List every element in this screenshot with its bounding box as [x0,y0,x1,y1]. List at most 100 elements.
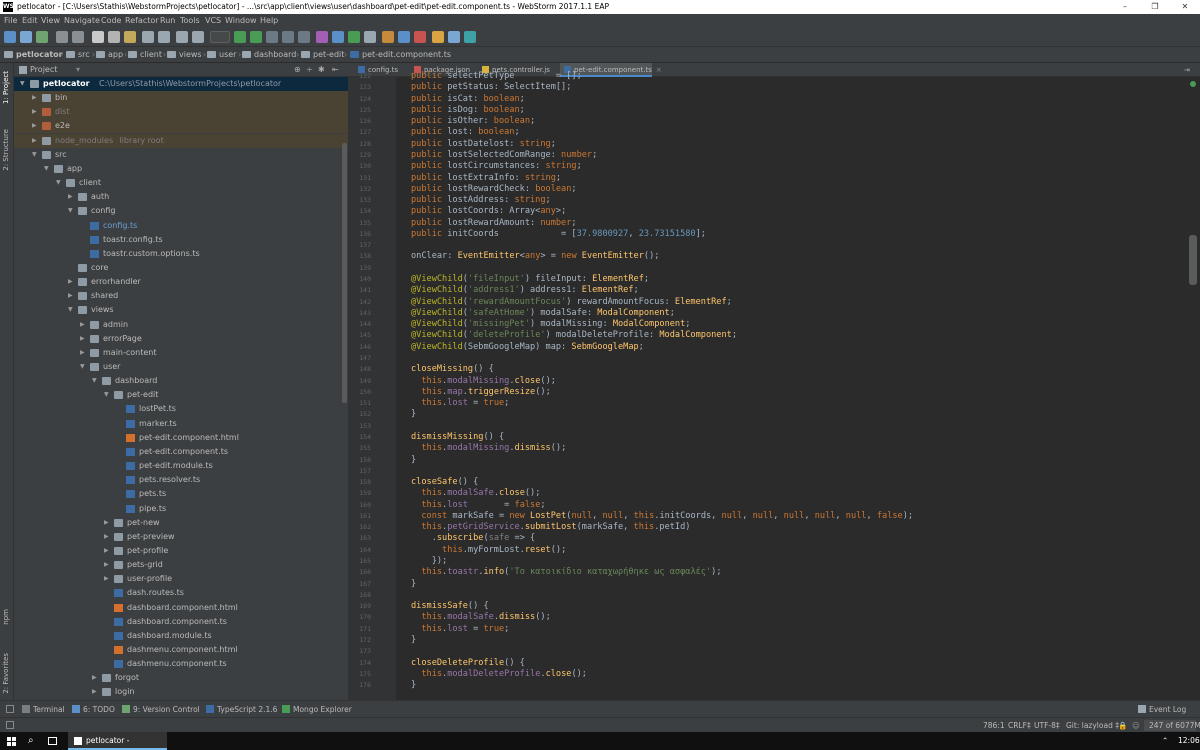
gear-icon[interactable]: ✱ [318,63,325,77]
expand-arrow-right-icon[interactable]: ▶ [104,530,109,544]
expand-arrow-right-icon[interactable]: ▶ [32,91,37,105]
code-line[interactable]: 147 [348,353,1200,364]
tree-item-node-modules[interactable]: ▶ node_modules library root [14,133,348,148]
lock-icon[interactable]: 🔒 [1118,718,1127,733]
code-line[interactable]: 139 [348,263,1200,274]
code-line[interactable]: 124 public isCat: boolean; [348,94,1200,105]
tree-item-petlocator[interactable]: ▼ petlocator C:\Users\Stathis\WebstormProj… [14,77,348,91]
code-line[interactable]: 153 [348,421,1200,432]
open-icon[interactable] [4,31,16,43]
stop-icon[interactable] [298,31,310,43]
search-icon[interactable]: ⌕ [28,732,34,750]
expand-arrow-down-icon[interactable]: ▼ [104,388,109,402]
code-line[interactable]: 158 closeSafe() { [348,477,1200,488]
tree-item-marker-ts[interactable]: marker.ts [14,417,348,431]
expand-arrow-right-icon[interactable]: ▶ [104,516,109,530]
code-line[interactable]: 134 public lostCoords: Array<any>; [348,206,1200,217]
git-branch[interactable]: Git: lazyload ‡ [1066,718,1119,733]
menu-navigate[interactable]: Navigate [64,14,100,27]
code-line[interactable]: 157 [348,466,1200,477]
tasks-icon[interactable] [432,31,444,43]
tree-item-config[interactable]: ▼ config [14,204,348,218]
inspector-icon[interactable]: ☺ [1132,718,1140,733]
code-line[interactable]: 151 this.lost = true; [348,398,1200,409]
back-icon[interactable] [176,31,188,43]
caret-position[interactable]: 786:1 [983,718,1005,733]
expand-arrow-down-icon[interactable]: ▼ [80,360,85,374]
code-line[interactable]: 169 dismissSafe() { [348,601,1200,612]
expand-arrow-right-icon[interactable]: ▶ [32,119,37,133]
maximize-button[interactable]: ❐ [1140,0,1170,14]
code-line[interactable]: 165 }); [348,556,1200,567]
tree-item-app[interactable]: ▼ app [14,162,348,176]
tree-item-pets-resolver-ts[interactable]: pets.resolver.ts [14,473,348,487]
tree-item-pet-edit-component-html[interactable]: pet-edit.component.html [14,431,348,445]
code-line[interactable]: 130 public lostCircumstances: string; [348,161,1200,172]
tree-item-pets-ts[interactable]: pets.ts [14,487,348,501]
code-line[interactable]: 167} [348,579,1200,590]
tree-item-pet-edit-component-ts[interactable]: pet-edit.component.ts [14,445,348,459]
code-line[interactable]: 166 this.toastr.info('Το κατοικίδιο κατα… [348,567,1200,578]
code-line[interactable]: 163 .subscribe(safe => { [348,533,1200,544]
expand-arrow-right-icon[interactable]: ▶ [68,190,73,204]
paste-icon[interactable] [124,31,136,43]
menu-tools[interactable]: Tools [180,14,200,27]
tree-item-pet-edit-module-ts[interactable]: pet-edit.module.ts [14,459,348,473]
tree-item-user-profile[interactable]: ▶ user-profile [14,572,348,586]
plugin-icon[interactable] [448,31,460,43]
code-line[interactable]: 161 const markSafe = new LostPet(null, n… [348,511,1200,522]
expand-arrow-right-icon[interactable]: ▶ [92,685,97,699]
code-line[interactable]: 155 this.modalMissing.dismiss(); [348,443,1200,454]
code-line[interactable]: 171 this.lost = true; [348,624,1200,635]
code-line[interactable]: 174 closeDeleteProfile() { [348,658,1200,669]
code-line[interactable]: 146 @ViewChild(SebmGoogleMap) map: SebmGo… [348,342,1200,353]
expand-arrow-right-icon[interactable]: ▶ [92,671,97,685]
menu-edit[interactable]: Edit [22,14,38,27]
tree-item-main-content[interactable]: ▶ main-content [14,346,348,360]
code-line[interactable]: 170 this.modalSafe.dismiss(); [348,612,1200,623]
task-view-icon[interactable] [48,737,57,745]
tree-item-dashboard-component-ts[interactable]: dashboard.component.ts [14,615,348,629]
code-line[interactable]: 172} [348,635,1200,646]
forward-icon[interactable] [192,31,204,43]
code-line[interactable]: 145 @ViewChild('deleteProfile') modalDele… [348,330,1200,341]
breadcrumb-petlocator[interactable]: petlocator [4,47,63,63]
code-line[interactable]: 150 this.map.triggerResize(); [348,387,1200,398]
tool-window-quick-access-icon[interactable] [6,721,14,729]
menu-help[interactable]: Help [260,14,278,27]
tree-item-src[interactable]: ▼ src [14,148,348,162]
run-icon[interactable] [234,31,246,43]
windows-start-icon[interactable] [7,737,16,746]
code-line[interactable]: 135 public lostRewardAmount: number; [348,218,1200,229]
code-line[interactable]: 173 [348,646,1200,657]
code-line[interactable]: 141 @ViewChild('address1') address1: Elem… [348,285,1200,296]
help-icon[interactable] [414,31,426,43]
expand-arrow-right-icon[interactable]: ▶ [104,572,109,586]
tree-item-pet-edit[interactable]: ▼ pet-edit [14,388,348,402]
code-line[interactable]: 149 this.modalMissing.close(); [348,376,1200,387]
menu-file[interactable]: File [4,14,17,27]
taskbar-clock[interactable]: 12:06 [1178,732,1200,750]
breadcrumb-app[interactable]: app [96,47,123,63]
tree-item-dashmenu-component-html[interactable]: dashmenu.component.html [14,643,348,657]
expand-arrow-down-icon[interactable]: ▼ [68,303,73,317]
sync-icon[interactable] [36,31,48,43]
structure-tool-tab[interactable]: 2: Structure [2,129,10,171]
tab-mongo-explorer[interactable]: Mongo Explorer [282,701,352,718]
project-tool-tab[interactable]: 1: Project [2,71,10,104]
tab-typescript[interactable]: TypeScript 2.1.6 [206,701,277,718]
menu-window[interactable]: Window [225,14,257,27]
expand-arrow-down-icon[interactable]: ▼ [56,176,61,190]
breadcrumb-user[interactable]: user [207,47,236,63]
code-line[interactable]: 143 @ViewChild('safeAtHome') modalSafe: M… [348,308,1200,319]
menu-code[interactable]: Code [101,14,121,27]
code-line[interactable]: 140 @ViewChild('fileInput') fileInput: El… [348,274,1200,285]
tree-item-admin[interactable]: ▶ admin [14,318,348,332]
tree-item-toastr-custom-options-ts[interactable]: toastr.custom.options.ts [14,247,348,261]
code-line[interactable]: 154 dismissMissing() { [348,432,1200,443]
expand-arrow-right-icon[interactable]: ▶ [80,318,85,332]
coverage-icon[interactable] [266,31,278,43]
tree-item-dashmenu-component-ts[interactable]: dashmenu.component.ts [14,657,348,671]
project-scrollbar[interactable] [342,143,347,403]
tree-item-views[interactable]: ▼ views [14,303,348,317]
